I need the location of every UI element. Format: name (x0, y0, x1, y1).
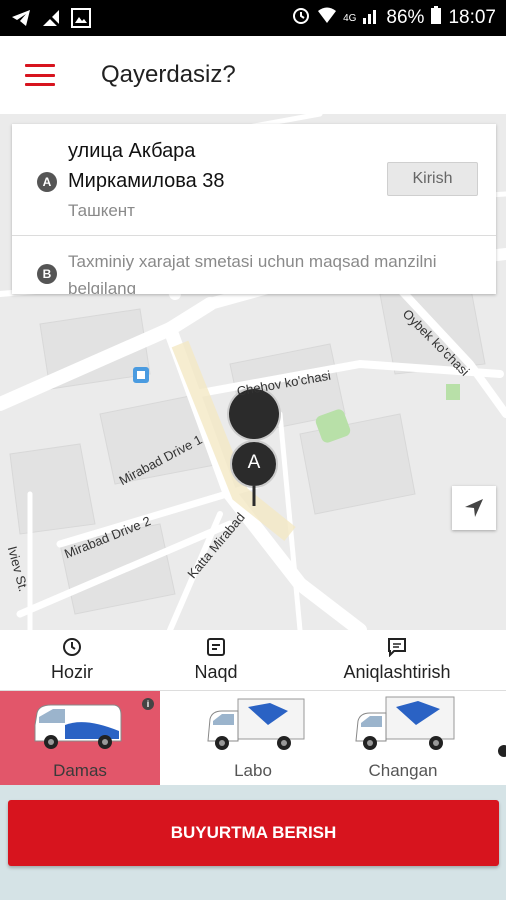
alarm-icon (291, 5, 311, 31)
bottom-panel: BUYURTMA BERISH (0, 785, 506, 900)
vehicle-name: Changan (368, 761, 438, 780)
vehicle-changan[interactable]: Changan (323, 691, 483, 786)
receipt-icon (206, 636, 226, 658)
system-status: 4G 86% 18:07 (291, 5, 496, 31)
address-card: A улица Акбара Миркамилова 38 Ташкент Ki… (12, 124, 496, 294)
clock: 18:07 (448, 7, 496, 28)
info-icon[interactable]: i (142, 698, 154, 710)
destination-address[interactable]: B Taxminiy xarajat smetasi uchun maqsad … (12, 236, 496, 294)
partial-vehicle-image (498, 745, 506, 757)
labo-truck-image (207, 698, 305, 750)
telegram-icon (10, 7, 32, 29)
time-label: Hozir (50, 662, 93, 682)
time-option[interactable]: Hozir (36, 630, 108, 690)
pickup-building: Миркамилова 38 (68, 170, 225, 192)
damas-van-image (34, 704, 122, 749)
vehicle-damas[interactable]: Damas i (0, 691, 160, 786)
status-bar: 4G 86% 18:07 (0, 0, 506, 36)
map-pin-label: A (247, 452, 261, 473)
my-location-button[interactable] (452, 486, 496, 530)
payment-label: Naqd (194, 662, 238, 682)
order-button[interactable]: BUYURTMA BERISH (8, 800, 499, 866)
destination-placeholder: Taxminiy xarajat smetasi uchun maqsad ma… (68, 252, 437, 294)
changan-truck-image (355, 696, 455, 750)
app-bar: Qayerdasiz? (0, 36, 506, 114)
hamburger-menu-icon[interactable] (25, 64, 55, 86)
pickup-city: Ташкент (68, 201, 135, 220)
vehicle-selector: Damas i Labo Changan (0, 690, 506, 786)
vehicle-labo[interactable]: Labo (173, 691, 333, 786)
vehicle-name: Damas (53, 761, 107, 780)
comment-icon (387, 636, 407, 658)
notification-icons (10, 7, 92, 29)
details-option[interactable]: Aniqlashtirish (327, 630, 467, 690)
battery-percent: 86% (386, 7, 425, 28)
page-title: Qayerdasiz? (101, 61, 236, 88)
details-label: Aniqlashtirish (343, 662, 451, 682)
navigation-arrow-icon (465, 499, 483, 517)
signal-off-icon (40, 7, 62, 29)
cell-signal-icon (362, 6, 380, 30)
pickup-address[interactable]: A улица Акбара Миркамилова 38 Ташкент Ki… (12, 124, 496, 234)
kirish-button[interactable]: Kirish (387, 162, 478, 196)
vehicle-name: Labo (234, 761, 272, 780)
pickup-street: улица Акбара (68, 140, 196, 162)
pickup-a-icon: A (37, 172, 57, 192)
gallery-icon (70, 7, 92, 29)
order-options: Hozir Naqd Aniqlashtirish (0, 630, 506, 690)
destination-b-icon: B (37, 264, 57, 284)
vehicle-peek[interactable] (496, 711, 506, 761)
wifi-icon (317, 6, 337, 30)
payment-option[interactable]: Naqd (180, 630, 252, 690)
battery-icon (430, 5, 442, 31)
clock-icon (62, 636, 82, 658)
network-type: 4G (343, 12, 357, 24)
